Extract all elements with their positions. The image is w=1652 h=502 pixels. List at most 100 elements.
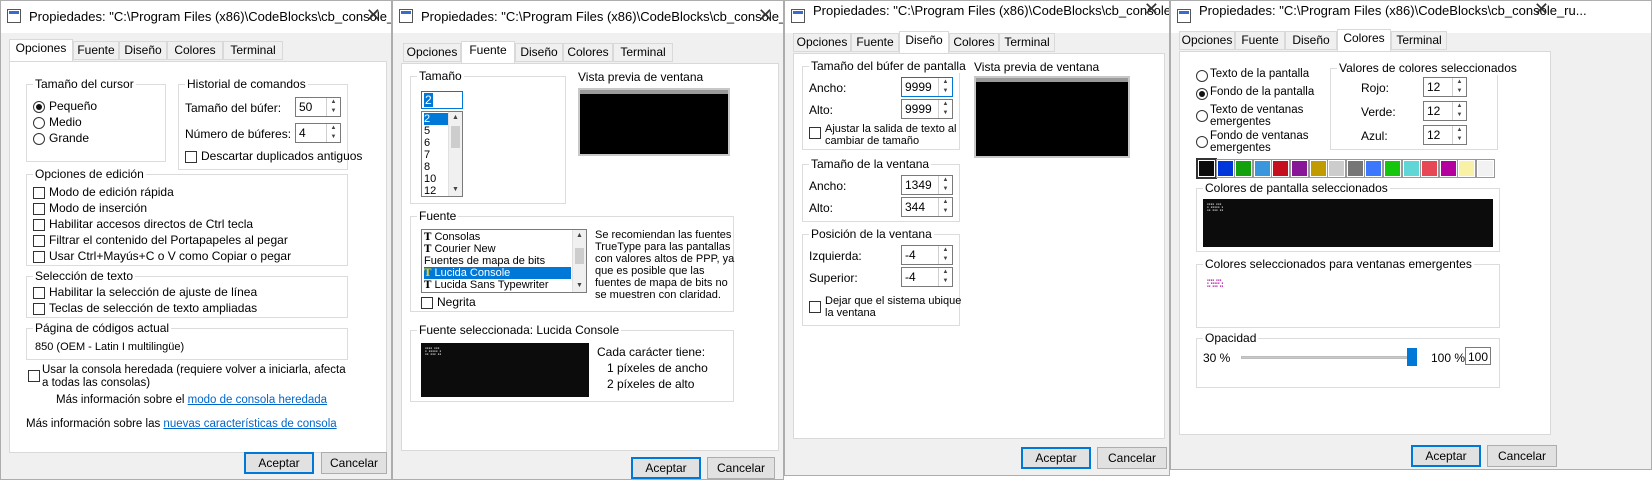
tab-fuente[interactable]: Fuente xyxy=(461,41,515,63)
tab-diseno[interactable]: Diseño xyxy=(119,41,167,60)
tab-terminal[interactable]: Terminal xyxy=(613,43,673,62)
cursor-small-radio[interactable] xyxy=(33,101,45,113)
window-height-spinner[interactable]: 344 ▲ ▼ xyxy=(901,197,953,217)
color-swatch[interactable] xyxy=(1364,159,1384,178)
screen-background-radio[interactable] xyxy=(1196,88,1208,100)
tab-opciones[interactable]: Opciones xyxy=(1179,31,1235,50)
filter-clipboard-checkbox[interactable] xyxy=(33,235,45,247)
size-list-item[interactable]: 6 xyxy=(424,137,430,149)
buffer-count-spinner[interactable]: 4 ▲ ▼ xyxy=(295,123,341,143)
font-item-courier[interactable]: T Courier New xyxy=(424,243,496,255)
spinner-arrows-icon[interactable]: ▲ ▼ xyxy=(326,98,340,116)
extended-keys-checkbox[interactable] xyxy=(33,303,45,315)
color-swatch[interactable] xyxy=(1308,159,1328,178)
new-features-link[interactable]: nuevas características de consola xyxy=(163,418,336,430)
popup-text-radio[interactable] xyxy=(1196,110,1208,122)
cursor-medium-radio[interactable] xyxy=(33,117,45,129)
color-swatch[interactable] xyxy=(1401,159,1421,178)
spinner-arrows-icon[interactable]: ▲ ▼ xyxy=(326,124,340,142)
scroll-thumb[interactable] xyxy=(451,126,460,148)
tab-terminal[interactable]: Terminal xyxy=(1391,31,1447,50)
tab-opciones[interactable]: Opciones xyxy=(403,43,461,62)
close-icon[interactable]: ✕ xyxy=(366,5,381,26)
font-item-lucida-sans[interactable]: T Lucida Sans Typewriter xyxy=(424,279,549,291)
spinner-arrows-icon[interactable]: ▲ ▼ xyxy=(938,100,952,118)
ok-button[interactable]: Aceptar xyxy=(631,457,701,479)
screen-text-radio[interactable] xyxy=(1196,70,1208,82)
size-list-item[interactable]: 8 xyxy=(424,161,430,173)
window-width-spinner[interactable]: 1349 ▲ ▼ xyxy=(901,175,953,195)
size-list-item[interactable]: 7 xyxy=(424,149,430,161)
tab-colores[interactable]: Colores xyxy=(167,41,223,60)
scroll-down-icon[interactable]: ▼ xyxy=(449,184,462,196)
ctrl-shift-copy-checkbox[interactable] xyxy=(33,251,45,263)
color-swatch[interactable] xyxy=(1476,159,1495,178)
color-swatch[interactable] xyxy=(1234,159,1254,178)
tab-terminal[interactable]: Terminal xyxy=(999,33,1055,52)
cursor-large-radio[interactable] xyxy=(33,133,45,145)
spinner-arrows-icon[interactable]: ▲ ▼ xyxy=(1452,126,1466,144)
size-input[interactable]: 2 xyxy=(421,91,463,109)
buffer-size-spinner[interactable]: 50 ▲ ▼ xyxy=(295,97,341,117)
color-swatch[interactable] xyxy=(1457,159,1477,178)
color-swatch[interactable] xyxy=(1215,159,1235,178)
spinner-arrows-icon[interactable]: ▲ ▼ xyxy=(1452,102,1466,120)
opacity-value-field[interactable]: 100 xyxy=(1465,347,1491,365)
tab-diseno[interactable]: Diseño xyxy=(899,31,949,53)
close-icon[interactable]: ✕ xyxy=(1144,1,1159,20)
font-item-bitmap[interactable]: Fuentes de mapa de bits xyxy=(424,255,545,267)
close-icon[interactable]: ✕ xyxy=(758,5,773,26)
spinner-arrows-icon[interactable]: ▲ ▼ xyxy=(938,78,952,96)
font-item-lucida-console[interactable]: T Lucida Console xyxy=(424,267,571,279)
color-swatch[interactable] xyxy=(1252,159,1272,178)
insert-mode-checkbox[interactable] xyxy=(33,203,45,215)
tab-fuente[interactable]: Fuente xyxy=(1235,31,1285,50)
size-list-scrollbar[interactable]: ▲ ▼ xyxy=(448,112,462,196)
bold-checkbox[interactable] xyxy=(421,297,433,309)
ok-button[interactable]: Aceptar xyxy=(1021,447,1091,469)
position-left-spinner[interactable]: -4 ▲ ▼ xyxy=(901,245,953,265)
green-spinner[interactable]: 12 ▲ ▼ xyxy=(1423,101,1467,121)
wrap-output-checkbox[interactable] xyxy=(809,127,821,139)
tab-terminal[interactable]: Terminal xyxy=(223,41,283,60)
buffer-width-spinner[interactable]: 9999 ▲ ▼ xyxy=(901,77,953,97)
spinner-arrows-icon[interactable]: ▲ ▼ xyxy=(938,246,952,264)
red-spinner[interactable]: 12 ▲ ▼ xyxy=(1423,77,1467,97)
tab-fuente[interactable]: Fuente xyxy=(73,41,119,60)
tab-colores[interactable]: Colores xyxy=(563,43,613,62)
cancel-button[interactable]: Cancelar xyxy=(321,452,387,474)
size-list-item[interactable]: 12 xyxy=(424,185,436,196)
tab-fuente[interactable]: Fuente xyxy=(851,33,899,52)
spinner-arrows-icon[interactable]: ▲ ▼ xyxy=(1452,78,1466,96)
tab-colores[interactable]: Colores xyxy=(1337,29,1391,51)
spinner-arrows-icon[interactable]: ▲ ▼ xyxy=(938,198,952,216)
discard-duplicates-checkbox[interactable] xyxy=(185,151,197,163)
popup-background-radio[interactable] xyxy=(1196,136,1208,148)
ctrl-shortcuts-checkbox[interactable] xyxy=(33,219,45,231)
scroll-down-icon[interactable]: ▼ xyxy=(573,280,586,292)
close-icon[interactable]: ✕ xyxy=(1534,1,1549,20)
line-wrap-selection-checkbox[interactable] xyxy=(33,287,45,299)
spinner-arrows-icon[interactable]: ▲ ▼ xyxy=(938,268,952,286)
tab-opciones[interactable]: Opciones xyxy=(793,33,851,52)
tab-opciones[interactable]: Opciones xyxy=(9,39,73,61)
blue-spinner[interactable]: 12 ▲ ▼ xyxy=(1423,125,1467,145)
color-swatch[interactable] xyxy=(1383,159,1402,178)
scroll-up-icon[interactable]: ▲ xyxy=(449,112,462,124)
cancel-button[interactable]: Cancelar xyxy=(1097,447,1167,469)
size-list-item[interactable]: 5 xyxy=(424,125,430,137)
color-swatch[interactable] xyxy=(1327,159,1347,178)
cancel-button[interactable]: Cancelar xyxy=(1487,445,1557,467)
color-swatch[interactable] xyxy=(1196,158,1217,179)
spinner-arrows-icon[interactable]: ▲ ▼ xyxy=(938,176,952,194)
tab-diseno[interactable]: Diseño xyxy=(515,43,563,62)
legacy-console-checkbox[interactable] xyxy=(28,370,40,382)
ok-button[interactable]: Aceptar xyxy=(1411,445,1481,467)
scroll-thumb[interactable] xyxy=(575,248,584,264)
font-item-consolas[interactable]: T Consolas xyxy=(424,231,480,243)
font-list[interactable]: T Consolas T Courier New Fuentes de mapa d… xyxy=(421,229,587,293)
opacity-slider-thumb[interactable] xyxy=(1407,348,1417,366)
size-list-item[interactable]: 2 xyxy=(424,113,448,125)
color-swatch[interactable] xyxy=(1438,159,1458,178)
color-swatch[interactable] xyxy=(1290,159,1309,178)
